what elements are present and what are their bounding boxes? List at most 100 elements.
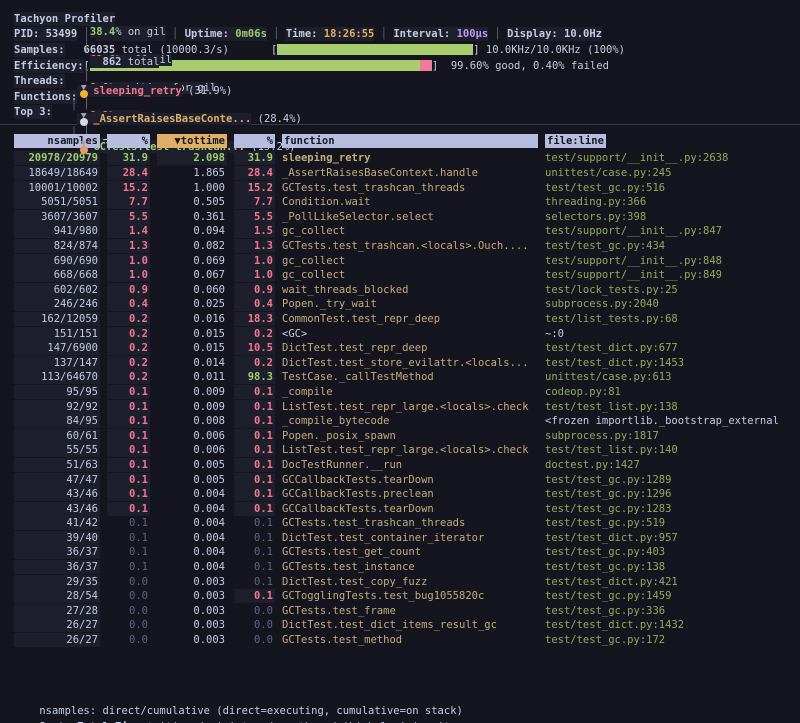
table-row[interactable]: 27/28 0.0 0.003 0.0 GCTests.test_frame t… [0,604,800,619]
cell-file-line: <frozen importlib._bootstrap_external [545,414,800,428]
cell-nsamples: 137/147 [14,356,100,370]
top3-line: Top 3: sleeping_retry (31.9%) │ _AssertR… [0,105,800,121]
cell-function: GCTests.test_frame [282,604,538,618]
table-row[interactable]: 151/151 0.2 0.015 0.2 <GC> ~:0 [0,326,800,341]
medal-icon [79,85,88,98]
cell-cumulative-pct: 0.1 [234,473,275,487]
cell-file-line: test/test_dict.py:957 [545,531,800,545]
top3-item: sleeping_retry (31.9%) [77,85,232,97]
cell-tottime: 0.003 [157,604,227,618]
cell-direct-pct: 0.1 [107,531,150,545]
medal-icon [79,141,88,154]
stat-item: 38.4% on gil [90,26,166,38]
col-header-direct-pct[interactable]: % [107,134,150,148]
cell-function: ListTest.test_repr_large.<locals>.check [282,400,538,414]
col-header-tottime-sorted[interactable]: ▼tottime [157,134,227,148]
cell-file-line: test/test_gc.py:1283 [545,502,800,516]
top3-item: _AssertRaisesBaseConte... (28.4%) [77,113,302,125]
cell-tottime: 0.505 [157,195,227,209]
table-row[interactable]: 824/874 1.3 0.082 1.3 GCTests.test_trash… [0,239,800,254]
cell-function: GCTests.test_trashcan_threads [282,516,538,530]
cell-file-line: test/test_dict.py:421 [545,575,800,589]
cell-tottime: 0.094 [157,224,227,238]
display-value: 10.0Hz [564,28,602,40]
cell-tottime: 0.082 [157,239,227,253]
cell-function: Popen._try_wait [282,297,538,311]
table-row[interactable]: 113/64670 0.2 0.011 98.3 TestCase._callT… [0,370,800,385]
cell-tottime: 0.003 [157,618,227,632]
efficiency-text: 99.60% good, 0.40% failed [438,59,609,73]
cell-tottime: 0.016 [157,312,227,326]
cell-tottime: 0.015 [157,327,227,341]
cell-file-line: test/test_gc.py:403 [545,545,800,559]
cell-nsamples: 824/874 [14,239,100,253]
cell-nsamples: 92/92 [14,400,100,414]
cell-file-line: test/test_gc.py:519 [545,516,800,530]
interval-status: Interval: 100µs [393,27,488,41]
table-row[interactable]: 690/690 1.0 0.069 1.0 gc_collect test/su… [0,253,800,268]
cell-function: Condition.wait [282,195,538,209]
cell-file-line: test/test_gc.py:172 [545,633,800,647]
cell-nsamples: 246/246 [14,297,100,311]
cell-nsamples: 43/46 [14,502,100,516]
table-row[interactable]: 10001/10002 15.2 1.000 15.2 GCTests.test… [0,180,800,195]
table-row[interactable]: 147/6900 0.2 0.015 10.5 DictTest.test_re… [0,341,800,356]
table-row[interactable]: 668/668 1.0 0.067 1.0 gc_collect test/su… [0,268,800,283]
cell-file-line: test/test_gc.py:516 [545,181,800,195]
cell-cumulative-pct: 15.2 [234,181,275,195]
col-header-function[interactable]: function [282,134,538,148]
cell-cumulative-pct: 0.1 [234,531,275,545]
table-row[interactable]: 41/42 0.1 0.004 0.1 GCTests.test_trashca… [0,516,800,531]
display-status: Display: 10.0Hz [507,27,602,41]
time-value: 18:26:55 [324,28,375,40]
col-header-file-line[interactable]: file:line [545,134,606,148]
cell-tottime: 0.006 [157,443,227,457]
cell-direct-pct: 0.1 [107,545,150,559]
stat-unit: % on gil [115,26,166,38]
table-row[interactable]: 602/602 0.9 0.060 0.9 wait_threads_block… [0,283,800,298]
table-row[interactable]: 43/46 0.1 0.004 0.1 GCCallbackTests.prec… [0,487,800,502]
cell-file-line: subprocess.py:1817 [545,429,800,443]
table-row[interactable]: 47/47 0.1 0.005 0.1 GCCallbackTests.tear… [0,472,800,487]
table-row[interactable]: 51/63 0.1 0.005 0.1 DocTestRunner.__run … [0,458,800,473]
table-row[interactable]: 137/147 0.2 0.014 0.2 DictTest.test_stor… [0,355,800,370]
table-row[interactable]: 36/37 0.1 0.004 0.1 GCTests.test_get_cou… [0,545,800,560]
cell-function: DictTest.test_store_evilattr.<locals... [282,356,538,370]
table-row[interactable]: 29/35 0.0 0.003 0.1 DictTest.test_copy_f… [0,574,800,589]
cell-nsamples: 113/64670 [14,370,100,384]
table-row[interactable]: 39/40 0.1 0.004 0.1 DictTest.test_contai… [0,531,800,546]
cell-direct-pct: 0.1 [107,400,150,414]
table-row[interactable]: 55/55 0.1 0.006 0.1 ListTest.test_repr_l… [0,443,800,458]
table-row[interactable]: 43/46 0.1 0.004 0.1 GCCallbackTests.tear… [0,501,800,516]
table-row[interactable]: 95/95 0.1 0.009 0.1 _compile codeop.py:8… [0,385,800,400]
table-row[interactable]: 26/27 0.0 0.003 0.0 DictTest.test_dict_i… [0,618,800,633]
cell-tottime: 0.009 [157,385,227,399]
cell-file-line: test/test_dict.py:677 [545,341,800,355]
cell-tottime: 0.069 [157,254,227,268]
cell-function: DictTest.test_container_iterator [282,531,538,545]
table-row[interactable]: 92/92 0.1 0.009 0.1 ListTest.test_repr_l… [0,399,800,414]
table-row[interactable]: 84/95 0.1 0.008 0.1 _compile_bytecode <f… [0,414,800,429]
table-row[interactable]: 36/37 0.1 0.004 0.1 GCTests.test_instanc… [0,560,800,575]
cell-tottime: 0.004 [157,487,227,501]
table-row[interactable]: 26/27 0.0 0.003 0.0 GCTests.test_method … [0,633,800,648]
table-row[interactable]: 941/980 1.4 0.094 1.5 gc_collect test/su… [0,224,800,239]
cell-cumulative-pct: 0.2 [234,356,275,370]
table-row[interactable]: 162/12059 0.2 0.016 18.3 CommonTest.test… [0,312,800,327]
table-row[interactable]: 3607/3607 5.5 0.361 5.5 _PollLikeSelecto… [0,210,800,225]
table-row[interactable]: 5051/5051 7.7 0.505 7.7 Condition.wait t… [0,195,800,210]
col-header-cumulative-pct[interactable]: % [234,134,275,148]
cell-function: GCTests.test_method [282,633,538,647]
table-row[interactable]: 18649/18649 28.4 1.865 28.4 _AssertRaise… [0,166,800,181]
cell-cumulative-pct: 0.1 [234,429,275,443]
table-row[interactable]: 60/61 0.1 0.006 0.1 Popen._posix_spawn s… [0,428,800,443]
table-row[interactable]: 20978/20979 31.9 2.098 31.9 sleeping_ret… [0,151,800,166]
cell-cumulative-pct: 18.3 [234,312,275,326]
cell-direct-pct: 0.0 [107,604,150,618]
pid-value: 53499 [46,28,78,40]
table-row[interactable]: 246/246 0.4 0.025 0.4 Popen._try_wait su… [0,297,800,312]
cell-file-line: unittest/case.py:613 [545,370,800,384]
table-row[interactable]: 28/54 0.0 0.003 0.1 GCTogglingTests.test… [0,589,800,604]
cell-cumulative-pct: 0.1 [234,414,275,428]
cell-file-line: test/test_dict.py:1453 [545,356,800,370]
